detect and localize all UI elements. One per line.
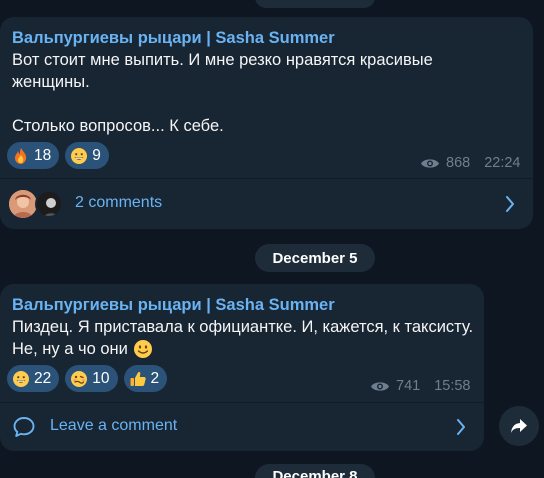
woozy-face-icon [71,370,88,387]
post-meta: 741 15:58 [370,378,471,394]
share-arrow-icon [511,419,527,433]
post-text-line: Вот стоит мне выпить. И мне резко нравят… [12,51,433,69]
slightly-smiling-face-icon [133,340,152,358]
chevron-right-icon [506,196,514,212]
avatar [35,190,63,218]
post-text-line: женщины. [12,73,90,91]
post-text: Вот стоит мне выпить. И мне резко нравят… [12,49,433,137]
reaction-grinning[interactable]: 22 [7,365,60,392]
post-meta: 868 22:24 [420,155,521,171]
channel-name[interactable]: Вальпургиевы рыцари | Sasha Summer [12,296,335,315]
reactions-bar: 18 9 [7,142,109,169]
reaction-grinning[interactable]: 9 [65,142,109,169]
channel-name[interactable]: Вальпургиевы рыцари | Sasha Summer [12,29,335,48]
chevron-right-icon [457,419,465,435]
post-time: 22:24 [484,155,521,171]
post-text-line: Столько вопросов... К себе. [12,117,224,135]
comment-bubble-icon [13,417,35,437]
view-count: 868 [446,155,471,171]
leave-comment-button[interactable]: Leave a comment [0,403,484,451]
reaction-count: 18 [34,146,52,164]
reaction-count: 22 [34,369,52,387]
reaction-count: 10 [92,369,110,387]
reaction-count: 9 [92,146,101,164]
channel-post: Вальпургиевы рыцари | Sasha Summer Пизде… [0,284,484,451]
reaction-count: 2 [150,369,160,387]
reaction-thumbs-up[interactable]: 2 [123,365,168,392]
post-text-line: Не, ну а чо они [12,340,128,358]
comments-button[interactable]: 2 comments [0,179,533,229]
comments-label: 2 comments [75,194,163,211]
post-text-line [12,93,433,115]
view-count: 741 [396,378,421,394]
reaction-woozy[interactable]: 10 [65,365,118,392]
grinning-face-icon [71,147,88,164]
grinning-face-icon [13,370,29,387]
post-text-line-wrapper: Не, ну а чо они [12,338,473,360]
date-separator: December 5 [255,244,375,272]
avatar [9,190,37,218]
date-pill-partial [255,0,375,8]
post-text-line: Пиздец. Я приставала к официантке. И, ка… [12,318,474,336]
share-button[interactable] [499,406,539,446]
fire-icon [15,147,27,164]
date-separator: December 8 [255,464,375,478]
channel-post: Вальпургиевы рыцари | Sasha Summer Вот с… [0,17,533,229]
reaction-fire[interactable]: 18 [7,142,60,169]
comments-label: Leave a comment [50,417,178,434]
post-text: Пиздец. Я приставала к официантке. И, ка… [12,316,473,360]
post-time: 15:58 [434,378,471,394]
reactions-bar: 22 10 2 [7,365,168,392]
eye-icon [371,381,389,391]
eye-icon [421,158,439,168]
thumbs-up-icon [130,371,146,386]
